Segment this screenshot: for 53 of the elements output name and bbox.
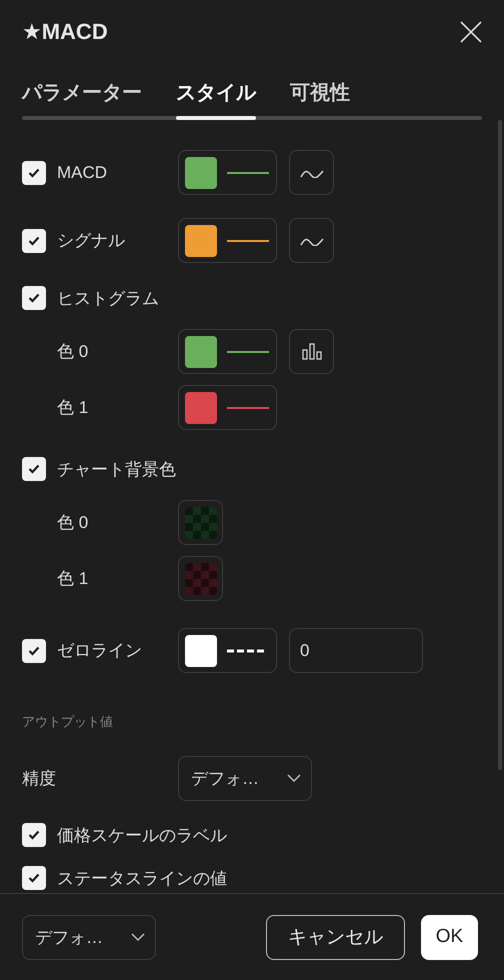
color-picker-button[interactable] [178, 218, 277, 263]
option-label: MACD [57, 162, 108, 182]
checkmark-icon [28, 830, 40, 840]
line-chart-icon [300, 236, 324, 246]
cancel-button[interactable]: キャンセル [266, 914, 405, 960]
option-label: 価格スケールのラベル [57, 824, 227, 846]
section-heading: アウトプット値 [22, 713, 113, 731]
tab[interactable]: 可視性 [290, 79, 350, 116]
plot-style-button[interactable] [289, 150, 334, 195]
checkmark-icon [28, 293, 40, 303]
ok-button[interactable]: OK [421, 914, 478, 960]
close-icon[interactable] [460, 21, 482, 43]
checkbox[interactable] [22, 228, 46, 252]
option-label: 色 0 [57, 341, 88, 363]
template-dropdown[interactable]: デフォ… [22, 914, 156, 960]
color-picker-button[interactable] [178, 329, 277, 374]
line-chart-icon [300, 168, 324, 178]
option-label: ヒストグラム [57, 288, 159, 310]
checkmark-icon [28, 236, 40, 246]
option-label: ステータスラインの値 [57, 868, 227, 890]
color-picker-button[interactable] [178, 500, 223, 545]
color-picker-button[interactable] [178, 150, 277, 195]
option-label: 精度 [22, 768, 56, 790]
option-label: チャート背景色 [57, 458, 176, 480]
tab[interactable]: パラメーター [22, 79, 142, 116]
color-picker-button[interactable] [178, 556, 223, 601]
checkbox[interactable] [22, 160, 46, 184]
chevron-down-icon [287, 774, 301, 783]
option-label: シグナル [57, 230, 125, 252]
checkbox[interactable] [22, 823, 46, 847]
option-label: 色 0 [57, 512, 88, 534]
option-label: 色 1 [57, 568, 88, 590]
checkbox[interactable] [22, 286, 46, 310]
chevron-down-icon [131, 932, 145, 942]
checkbox[interactable] [22, 457, 46, 481]
checkmark-icon [28, 168, 40, 178]
dialog-title: ★MACD [22, 19, 108, 45]
checkbox[interactable] [22, 866, 46, 890]
checkmark-icon [28, 646, 40, 656]
tab[interactable]: スタイル [176, 79, 256, 116]
plot-style-button[interactable] [289, 218, 334, 263]
plot-style-button[interactable] [289, 329, 334, 374]
checkmark-icon [28, 464, 40, 474]
option-label: ゼロライン [57, 640, 142, 662]
color-picker-button[interactable] [178, 385, 277, 430]
value-input[interactable]: 0 [289, 628, 423, 673]
option-label: 色 1 [57, 397, 88, 419]
scrollbar[interactable] [498, 120, 502, 770]
checkbox[interactable] [22, 638, 46, 662]
color-picker-button[interactable] [178, 628, 277, 673]
bar-chart-icon [302, 343, 322, 360]
checkmark-icon [28, 873, 40, 883]
precision-dropdown[interactable]: デフォ… [178, 756, 312, 801]
